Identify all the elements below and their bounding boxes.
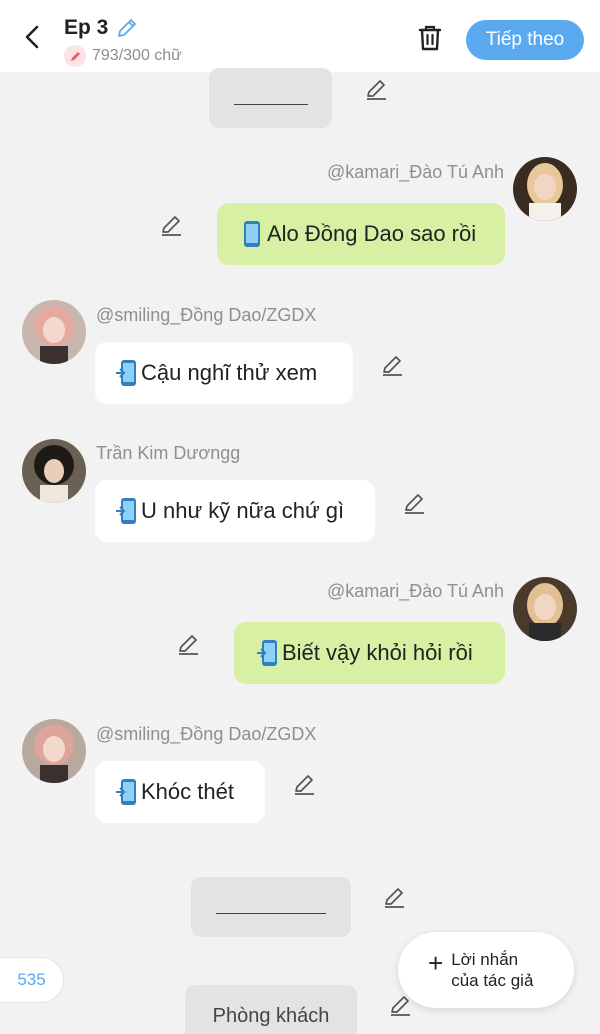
- message-bubble[interactable]: Biết vậy khỏi hỏi rồi: [234, 622, 505, 684]
- episode-title: Ep 3: [64, 16, 109, 39]
- phone-icon: [116, 498, 136, 524]
- top-bar: Ep 3 793/300 chữ Tiếp theo: [0, 0, 600, 72]
- back-icon[interactable]: [18, 22, 48, 52]
- message-author: @kamari_Đào Tú Anh: [326, 581, 504, 601]
- message-bubble[interactable]: U như kỹ nữa chứ gì: [95, 480, 375, 542]
- scene-label: Phòng khách: [212, 1004, 330, 1027]
- counter-badge[interactable]: 535: [0, 957, 64, 1003]
- scene-placeholder-line: [233, 103, 308, 105]
- avatar[interactable]: [513, 157, 577, 221]
- message-bubble[interactable]: Alo Đồng Dao sao rồi: [217, 203, 505, 265]
- title-row: Ep 3: [64, 15, 140, 41]
- message-author: @smiling_Đồng Dao/ZGDX: [96, 305, 317, 325]
- pencil-badge-icon: [64, 45, 86, 67]
- avatar[interactable]: [22, 439, 86, 503]
- message-author: Trần Kim Dươngg: [96, 443, 241, 463]
- message-bubble[interactable]: Khóc thét: [95, 761, 265, 823]
- scene-placeholder-line: [216, 912, 326, 914]
- avatar[interactable]: [513, 577, 577, 641]
- message-text: Alo Đồng Dao sao rồi: [267, 221, 477, 246]
- message-bubble[interactable]: Cậu nghĩ thử xem: [95, 342, 353, 404]
- phone-icon: [244, 221, 260, 247]
- edit-title-icon[interactable]: [114, 15, 140, 41]
- phone-icon: [116, 779, 136, 805]
- edit-icon[interactable]: [380, 352, 406, 378]
- author-note-button[interactable]: + Lời nhắn của tác giả: [398, 932, 574, 1008]
- word-count: 793/300 chữ: [92, 47, 182, 64]
- avatar[interactable]: [22, 719, 86, 783]
- phone-icon: [257, 640, 277, 666]
- edit-icon[interactable]: [402, 490, 428, 516]
- message-author: @kamari_Đào Tú Anh: [326, 162, 504, 182]
- word-count-row: 793/300 chữ: [64, 45, 182, 67]
- next-button[interactable]: Tiếp theo: [466, 20, 584, 60]
- edit-icon[interactable]: [292, 771, 318, 797]
- avatar[interactable]: [22, 300, 86, 364]
- message-author: @smiling_Đồng Dao/ZGDX: [96, 724, 317, 744]
- scene-box-bottom[interactable]: Phòng khách: [185, 985, 357, 1034]
- plus-icon: +: [428, 948, 444, 978]
- edit-icon[interactable]: [364, 76, 390, 102]
- message-text: Cậu nghĩ thử xem: [141, 360, 318, 385]
- edit-icon[interactable]: [382, 884, 408, 910]
- author-note-label: Lời nhắn của tác giả: [451, 950, 534, 990]
- edit-icon[interactable]: [159, 212, 185, 238]
- phone-icon: [116, 360, 136, 386]
- edit-icon[interactable]: [176, 631, 202, 657]
- trash-icon[interactable]: [414, 22, 446, 54]
- scene-box-top[interactable]: [209, 68, 332, 128]
- scene-box[interactable]: [191, 877, 351, 937]
- message-text: Khóc thét: [141, 779, 234, 804]
- message-text: Biết vậy khỏi hỏi rồi: [282, 640, 473, 665]
- message-text: U như kỹ nữa chứ gì: [141, 498, 345, 523]
